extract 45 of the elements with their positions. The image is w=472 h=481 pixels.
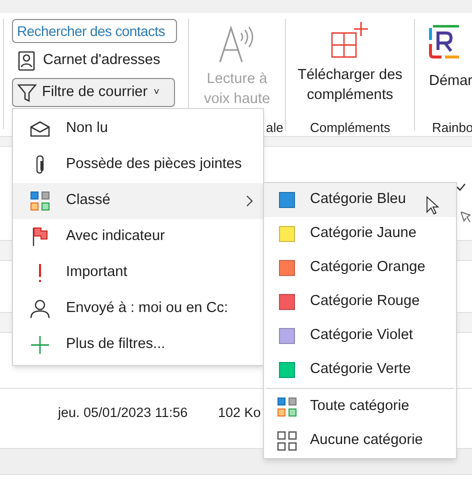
menu-item[interactable]: Plus de filtres... [13,327,263,363]
color-swatch [279,362,295,378]
add-ins-button[interactable]: Télécharger des compléments [288,65,412,105]
mail-filter-button[interactable]: Filtre de courrier ˅ [12,78,175,107]
menu-item[interactable]: Important [13,255,263,291]
search-field[interactable]: Rechercher des contacts [12,19,177,43]
menu-item[interactable]: Avec indicateur [13,219,263,255]
categories-icon [30,191,50,211]
start-button[interactable]: Démar [429,71,472,93]
message-size: 102 Ko [218,404,261,422]
menu-item[interactable]: Aucune catégorie [264,424,456,458]
menu-item[interactable]: Catégorie Rouge [264,285,456,319]
menu-item[interactable]: Catégorie Orange [264,251,456,285]
categories-icon [277,397,297,417]
address-book-icon [18,51,35,71]
empty-grid-icon [277,431,297,451]
color-swatch [279,260,295,276]
menu-item[interactable]: Catégorie Verte [264,353,456,387]
mouse-cursor-icon [426,196,439,215]
plus-icon [30,335,50,355]
menu-item[interactable]: Catégorie Bleu [264,183,456,217]
color-swatch [279,294,295,310]
menu-item[interactable]: Non lu [13,111,263,147]
envelope-icon [30,121,50,137]
person-icon [30,299,50,319]
exclamation-icon [38,263,42,283]
menu-item[interactable]: Envoyé à : moi ou en Cc: [13,291,263,327]
read-aloud-label: Lecture à voix haute [202,70,272,109]
message-date: jeu. 05/01/2023 11:56 [58,404,189,422]
color-swatch [279,192,295,208]
menu-item[interactable]: Toute catégorie [264,390,456,424]
group-label: ale [266,119,284,137]
rainbow-logo-icon [429,25,459,59]
check-icon[interactable] [456,183,466,191]
address-book-button[interactable]: Carnet d'adresses [12,48,180,74]
flag-icon [32,227,48,247]
color-swatch [279,226,295,242]
paperclip-icon [34,155,46,175]
menu-item[interactable]: Catégorie Violet [264,319,456,353]
menu-item[interactable]: Classé [13,183,263,219]
color-swatch [279,328,295,344]
group-label: Compléments [310,119,390,137]
funnel-icon [17,82,37,102]
menu-item[interactable]: Catégorie Jaune [264,217,456,251]
menu-item[interactable]: Possède des pièces jointes [13,147,263,183]
